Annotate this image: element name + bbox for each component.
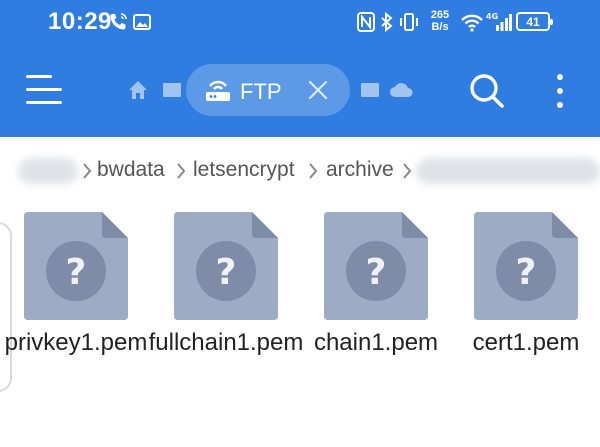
svg-text:?: ? (516, 252, 537, 293)
file-name: privkey1.pem (4, 329, 148, 356)
breadcrumb-separator-icon (309, 163, 318, 179)
close-icon[interactable] (304, 76, 332, 104)
file-name: fullchain1.pem (148, 329, 304, 356)
hamburger-menu-icon[interactable] (26, 71, 66, 109)
status-time: 10:29 (48, 8, 112, 35)
tab-book-icon-2[interactable] (358, 78, 382, 102)
breadcrumb-item[interactable]: archive (326, 158, 394, 182)
unknown-file-icon: ? (174, 212, 278, 320)
unknown-file-icon: ? (24, 212, 128, 320)
file-name: chain1.pem (313, 329, 439, 356)
battery-icon: 41 (516, 12, 553, 31)
breadcrumb-hidden-segment (416, 158, 600, 184)
svg-text:4G: 4G (486, 12, 498, 21)
tab-book-icon[interactable] (160, 78, 184, 102)
breadcrumb-separator-icon (83, 163, 92, 179)
breadcrumb-separator-icon (403, 163, 412, 179)
more-vertical-icon[interactable] (550, 70, 570, 112)
home-icon[interactable] (126, 78, 150, 102)
nfc-icon (357, 9, 375, 35)
ftp-router-icon (204, 78, 232, 102)
breadcrumb-item[interactable]: bwdata (97, 158, 165, 182)
gallery-icon (132, 9, 152, 35)
status-bar: 10:29 265 B/s 4G 41 (0, 0, 600, 44)
breadcrumb-separator-icon (177, 163, 186, 179)
svg-text:?: ? (366, 252, 387, 293)
svg-text:?: ? (66, 252, 87, 293)
breadcrumb: bwdata letsencrypt archive (0, 150, 600, 190)
cellular-4g-icon: 4G (486, 9, 512, 35)
wifi-icon (460, 9, 484, 35)
unknown-file-icon: ? (324, 212, 428, 320)
side-drawer-handle[interactable] (0, 222, 12, 392)
vibrate-icon (398, 9, 420, 35)
svg-text:?: ? (216, 252, 237, 293)
unknown-file-icon: ? (474, 212, 578, 320)
tab-ftp[interactable]: FTP (186, 64, 350, 116)
cloud-icon[interactable] (388, 78, 414, 102)
wifi-calling-icon (108, 9, 128, 35)
tab-label: FTP (240, 79, 282, 104)
breadcrumb-hidden-segment (18, 158, 78, 184)
bluetooth-icon (380, 9, 394, 35)
search-icon[interactable] (466, 70, 508, 112)
file-name: cert1.pem (472, 329, 580, 356)
battery-level: 41 (526, 14, 540, 29)
network-speed: 265 B/s (430, 9, 450, 33)
app-bar: 10:29 265 B/s 4G 41 FTP (0, 0, 600, 137)
breadcrumb-item[interactable]: letsencrypt (193, 158, 295, 182)
